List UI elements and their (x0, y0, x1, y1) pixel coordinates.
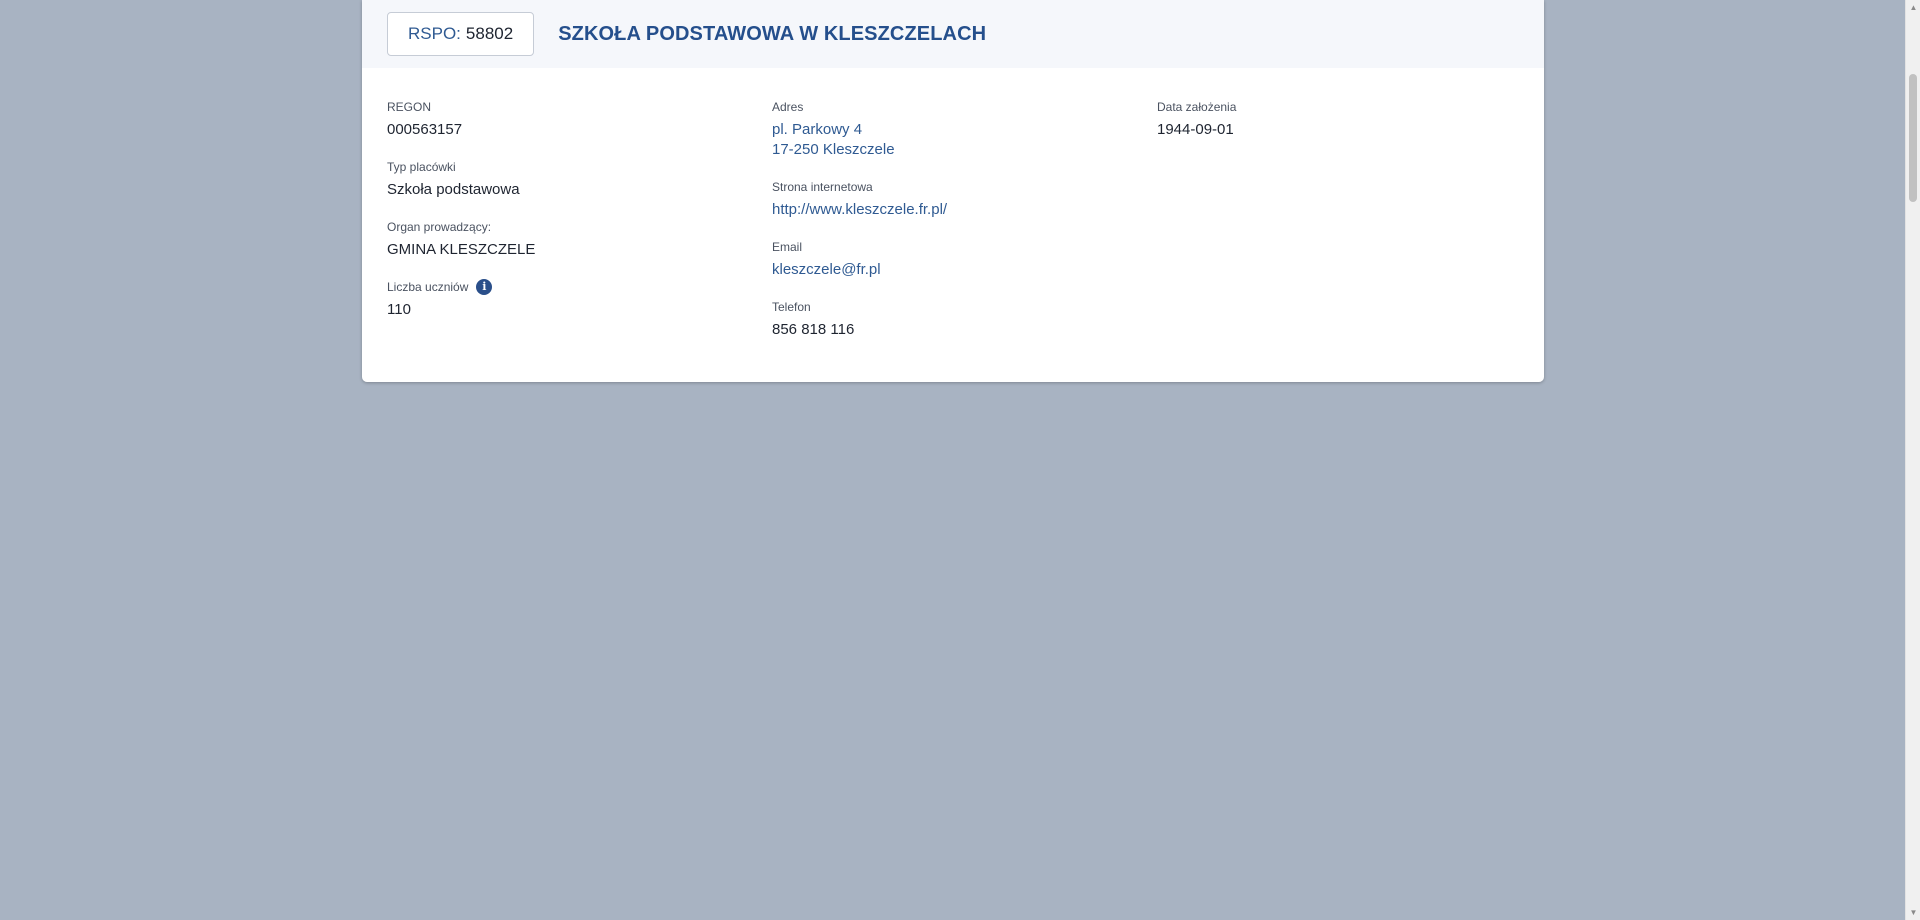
field-data-zalozenia: Data założenia 1944-09-01 (1157, 100, 1236, 140)
rspo-value: 58802 (465, 24, 514, 43)
data-zalozenia-value: 1944-09-01 (1157, 121, 1234, 138)
liczba-uczniow-label-row: Liczba uczniów i (387, 279, 535, 295)
liczba-uczniow-label: Liczba uczniów (387, 280, 469, 294)
card-body: REGON 000563157 Typ placówki Szkoła pods… (362, 68, 1544, 382)
typ-placowki-value: Szkoła podstawowa (387, 181, 520, 198)
field-strona-internetowa: Strona internetowa http://www.kleszczele… (772, 180, 947, 220)
liczba-uczniow-value: 110 (387, 301, 411, 318)
data-zalozenia-label: Data założenia (1157, 100, 1237, 114)
typ-placowki-label: Typ placówki (387, 160, 456, 174)
regon-label: REGON (387, 100, 432, 114)
strona-internetowa-label: Strona internetowa (772, 180, 873, 194)
adres-link[interactable]: pl. Parkowy 4 17-250 Kleszczele (772, 120, 947, 160)
adres-line-1: pl. Parkowy 4 (772, 121, 863, 138)
email-link[interactable]: kleszczele@fr.pl (772, 260, 947, 280)
info-icon[interactable]: i (476, 279, 493, 295)
rspo-label: RSPO: (408, 24, 461, 43)
regon-value: 000563157 (387, 121, 463, 138)
strona-internetowa-link[interactable]: http://www.kleszczele.fr.pl/ (772, 200, 947, 220)
column-middle: Adres pl. Parkowy 4 17-250 Kleszczele St… (772, 100, 947, 360)
column-left: REGON 000563157 Typ placówki Szkoła pods… (387, 100, 535, 340)
chevron-up-icon[interactable]: ▲ (1906, 0, 1920, 15)
school-card: RSPO: 58802 SZKOŁA PODSTAWOWA W KLESZCZE… (362, 0, 1544, 382)
organ-prowadzacy-label: Organ prowadzący: (387, 220, 492, 234)
field-regon: REGON 000563157 (387, 100, 535, 140)
adres-line-2: 17-250 Kleszczele (772, 141, 895, 158)
column-right: Data założenia 1944-09-01 (1157, 100, 1236, 160)
school-title: SZKOŁA PODSTAWOWA W KLESZCZELACH (558, 22, 987, 45)
chevron-down-icon[interactable]: ▼ (1906, 905, 1920, 920)
telefon-label: Telefon (772, 300, 811, 314)
field-typ-placowki: Typ placówki Szkoła podstawowa (387, 160, 535, 200)
adres-label: Adres (772, 100, 804, 114)
email-label: Email (772, 240, 803, 254)
card-header: RSPO: 58802 SZKOŁA PODSTAWOWA W KLESZCZE… (362, 0, 1544, 68)
field-telefon: Telefon 856 818 116 (772, 300, 947, 340)
field-liczba-uczniow: Liczba uczniów i 110 (387, 279, 535, 320)
field-organ-prowadzacy: Organ prowadzący: GMINA KLESZCZELE (387, 220, 535, 260)
rspo-badge: RSPO: 58802 (387, 12, 535, 56)
scrollbar-thumb[interactable] (1909, 74, 1917, 202)
vertical-scrollbar[interactable]: ▲ ▼ (1905, 0, 1920, 920)
field-email: Email kleszczele@fr.pl (772, 240, 947, 280)
field-adres: Adres pl. Parkowy 4 17-250 Kleszczele (772, 100, 947, 160)
telefon-value: 856 818 116 (772, 321, 855, 338)
organ-prowadzacy-value: GMINA KLESZCZELE (387, 241, 536, 258)
